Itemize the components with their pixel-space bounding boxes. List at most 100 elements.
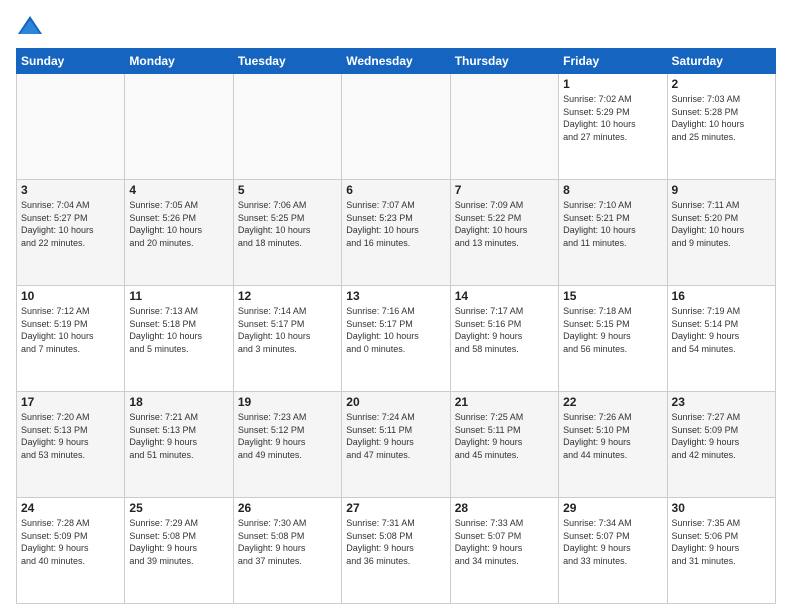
calendar-cell: 21 Sunrise: 7:25 AM Sunset: 5:11 PM Dayli… (450, 392, 558, 498)
calendar-cell: 8Sunrise: 7:10 AM Sunset: 5:21 PM Daylig… (559, 180, 667, 286)
day-number: 21 (455, 395, 554, 409)
day-info: Sunrise: 7:31 AM Sunset: 5:08 PM Dayligh… (346, 517, 445, 567)
day-number: 14 (455, 289, 554, 303)
day-info: Sunrise: 7:10 AM Sunset: 5:21 PM Dayligh… (563, 199, 662, 249)
calendar-cell: 7 Sunrise: 7:09 AM Sunset: 5:22 PM Daylig… (450, 180, 558, 286)
day-info: Sunrise: 7:04 AM Sunset: 5:27 PM Dayligh… (21, 199, 120, 249)
calendar-cell: 13Sunrise: 7:16 AM Sunset: 5:17 PM Dayli… (342, 286, 450, 392)
calendar-cell: 16 Sunrise: 7:19 AM Sunset: 5:14 PM Dayli… (667, 286, 775, 392)
week-row-1: 1 Sunrise: 7:02 AM Sunset: 5:29 PM Daylig… (17, 74, 776, 180)
day-number: 1 (563, 77, 662, 91)
header (16, 12, 776, 40)
weekday-header-sunday: Sunday (17, 49, 125, 74)
day-number: 28 (455, 501, 554, 515)
day-info: Sunrise: 7:35 AM Sunset: 5:06 PM Dayligh… (672, 517, 771, 567)
calendar-cell: 27 Sunrise: 7:31 AM Sunset: 5:08 PM Dayli… (342, 498, 450, 604)
weekday-header-monday: Monday (125, 49, 233, 74)
day-info: Sunrise: 7:23 AM Sunset: 5:12 PM Dayligh… (238, 411, 337, 461)
calendar-cell (233, 74, 341, 180)
calendar-cell: 20Sunrise: 7:24 AM Sunset: 5:11 PM Dayli… (342, 392, 450, 498)
day-info: Sunrise: 7:30 AM Sunset: 5:08 PM Dayligh… (238, 517, 337, 567)
calendar-cell: 6 Sunrise: 7:07 AM Sunset: 5:23 PM Daylig… (342, 180, 450, 286)
day-info: Sunrise: 7:14 AM Sunset: 5:17 PM Dayligh… (238, 305, 337, 355)
day-info: Sunrise: 7:18 AM Sunset: 5:15 PM Dayligh… (563, 305, 662, 355)
calendar-cell (342, 74, 450, 180)
day-info: Sunrise: 7:06 AM Sunset: 5:25 PM Dayligh… (238, 199, 337, 249)
calendar-cell: 2 Sunrise: 7:03 AM Sunset: 5:28 PM Daylig… (667, 74, 775, 180)
calendar-cell: 1 Sunrise: 7:02 AM Sunset: 5:29 PM Daylig… (559, 74, 667, 180)
day-number: 24 (21, 501, 120, 515)
calendar-cell: 22 Sunrise: 7:26 AM Sunset: 5:10 PM Dayli… (559, 392, 667, 498)
day-number: 22 (563, 395, 662, 409)
day-number: 5 (238, 183, 337, 197)
day-number: 6 (346, 183, 445, 197)
day-number: 27 (346, 501, 445, 515)
day-info: Sunrise: 7:13 AM Sunset: 5:18 PM Dayligh… (129, 305, 228, 355)
calendar-cell: 25Sunrise: 7:29 AM Sunset: 5:08 PM Dayli… (125, 498, 233, 604)
week-row-2: 3Sunrise: 7:04 AM Sunset: 5:27 PM Daylig… (17, 180, 776, 286)
day-number: 23 (672, 395, 771, 409)
day-info: Sunrise: 7:12 AM Sunset: 5:19 PM Dayligh… (21, 305, 120, 355)
day-info: Sunrise: 7:25 AM Sunset: 5:11 PM Dayligh… (455, 411, 554, 461)
day-info: Sunrise: 7:27 AM Sunset: 5:09 PM Dayligh… (672, 411, 771, 461)
day-number: 2 (672, 77, 771, 91)
weekday-header-tuesday: Tuesday (233, 49, 341, 74)
day-number: 15 (563, 289, 662, 303)
page: SundayMondayTuesdayWednesdayThursdayFrid… (0, 0, 792, 612)
day-number: 17 (21, 395, 120, 409)
logo (16, 12, 48, 40)
day-number: 12 (238, 289, 337, 303)
calendar-cell: 4Sunrise: 7:05 AM Sunset: 5:26 PM Daylig… (125, 180, 233, 286)
day-number: 7 (455, 183, 554, 197)
day-number: 13 (346, 289, 445, 303)
day-info: Sunrise: 7:20 AM Sunset: 5:13 PM Dayligh… (21, 411, 120, 461)
day-info: Sunrise: 7:02 AM Sunset: 5:29 PM Dayligh… (563, 93, 662, 143)
day-number: 18 (129, 395, 228, 409)
calendar-cell: 14 Sunrise: 7:17 AM Sunset: 5:16 PM Dayli… (450, 286, 558, 392)
day-info: Sunrise: 7:09 AM Sunset: 5:22 PM Dayligh… (455, 199, 554, 249)
weekday-header-row: SundayMondayTuesdayWednesdayThursdayFrid… (17, 49, 776, 74)
calendar-cell: 17 Sunrise: 7:20 AM Sunset: 5:13 PM Dayli… (17, 392, 125, 498)
weekday-header-thursday: Thursday (450, 49, 558, 74)
logo-icon (16, 12, 44, 40)
calendar-cell: 30 Sunrise: 7:35 AM Sunset: 5:06 PM Dayli… (667, 498, 775, 604)
weekday-header-saturday: Saturday (667, 49, 775, 74)
calendar-table: SundayMondayTuesdayWednesdayThursdayFrid… (16, 48, 776, 604)
calendar-cell: 9Sunrise: 7:11 AM Sunset: 5:20 PM Daylig… (667, 180, 775, 286)
day-number: 9 (672, 183, 771, 197)
day-number: 30 (672, 501, 771, 515)
day-info: Sunrise: 7:24 AM Sunset: 5:11 PM Dayligh… (346, 411, 445, 461)
day-number: 29 (563, 501, 662, 515)
day-info: Sunrise: 7:34 AM Sunset: 5:07 PM Dayligh… (563, 517, 662, 567)
calendar-cell: 12 Sunrise: 7:14 AM Sunset: 5:17 PM Dayli… (233, 286, 341, 392)
day-number: 26 (238, 501, 337, 515)
day-number: 16 (672, 289, 771, 303)
day-number: 10 (21, 289, 120, 303)
day-info: Sunrise: 7:21 AM Sunset: 5:13 PM Dayligh… (129, 411, 228, 461)
day-info: Sunrise: 7:29 AM Sunset: 5:08 PM Dayligh… (129, 517, 228, 567)
calendar-cell: 29 Sunrise: 7:34 AM Sunset: 5:07 PM Dayli… (559, 498, 667, 604)
week-row-4: 17 Sunrise: 7:20 AM Sunset: 5:13 PM Dayli… (17, 392, 776, 498)
weekday-header-friday: Friday (559, 49, 667, 74)
calendar-cell: 3Sunrise: 7:04 AM Sunset: 5:27 PM Daylig… (17, 180, 125, 286)
calendar-cell: 18 Sunrise: 7:21 AM Sunset: 5:13 PM Dayli… (125, 392, 233, 498)
calendar-cell (125, 74, 233, 180)
week-row-5: 24Sunrise: 7:28 AM Sunset: 5:09 PM Dayli… (17, 498, 776, 604)
calendar-cell: 28Sunrise: 7:33 AM Sunset: 5:07 PM Dayli… (450, 498, 558, 604)
day-info: Sunrise: 7:26 AM Sunset: 5:10 PM Dayligh… (563, 411, 662, 461)
calendar-cell: 10 Sunrise: 7:12 AM Sunset: 5:19 PM Dayli… (17, 286, 125, 392)
calendar-cell (17, 74, 125, 180)
day-info: Sunrise: 7:17 AM Sunset: 5:16 PM Dayligh… (455, 305, 554, 355)
calendar-cell: 23 Sunrise: 7:27 AM Sunset: 5:09 PM Dayli… (667, 392, 775, 498)
calendar-cell (450, 74, 558, 180)
day-info: Sunrise: 7:03 AM Sunset: 5:28 PM Dayligh… (672, 93, 771, 143)
calendar-cell: 19Sunrise: 7:23 AM Sunset: 5:12 PM Dayli… (233, 392, 341, 498)
calendar-cell: 11Sunrise: 7:13 AM Sunset: 5:18 PM Dayli… (125, 286, 233, 392)
day-info: Sunrise: 7:07 AM Sunset: 5:23 PM Dayligh… (346, 199, 445, 249)
weekday-header-wednesday: Wednesday (342, 49, 450, 74)
day-info: Sunrise: 7:19 AM Sunset: 5:14 PM Dayligh… (672, 305, 771, 355)
calendar-cell: 24Sunrise: 7:28 AM Sunset: 5:09 PM Dayli… (17, 498, 125, 604)
calendar-cell: 15 Sunrise: 7:18 AM Sunset: 5:15 PM Dayli… (559, 286, 667, 392)
day-info: Sunrise: 7:05 AM Sunset: 5:26 PM Dayligh… (129, 199, 228, 249)
calendar-cell: 26 Sunrise: 7:30 AM Sunset: 5:08 PM Dayli… (233, 498, 341, 604)
